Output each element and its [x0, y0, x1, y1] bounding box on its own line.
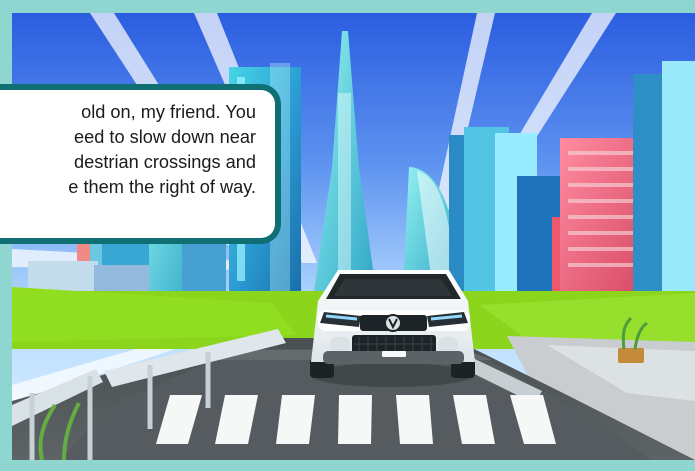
speech-bubble: old on, my friend. You eed to slow down …: [0, 84, 281, 244]
speech-bubble-text: old on, my friend. You eed to slow down …: [68, 102, 256, 197]
illustration-frame: old on, my friend. You eed to slow down …: [0, 0, 695, 471]
car: [310, 270, 475, 387]
